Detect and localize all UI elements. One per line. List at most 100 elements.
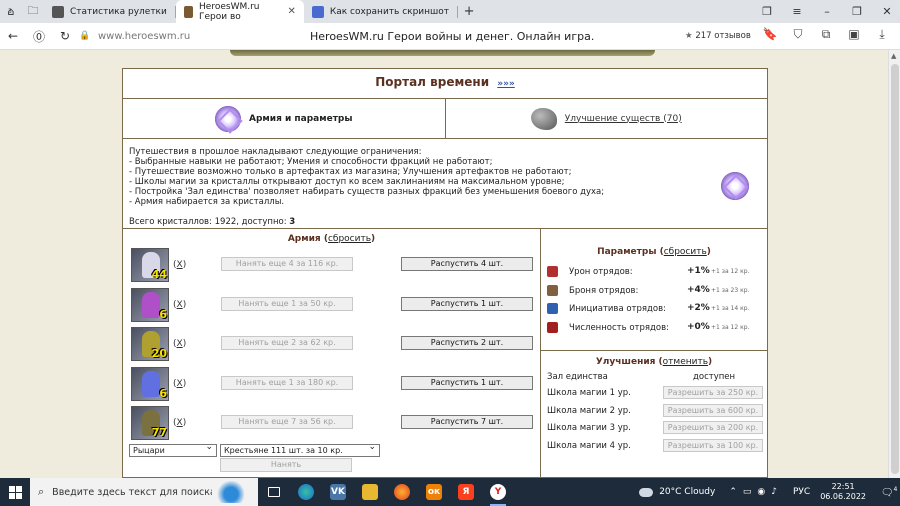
params-title: Параметры (сбросить) [597,247,711,257]
hire-more-button[interactable]: Нанять еще 1 за 50 кр. [221,296,353,311]
hire-more-button[interactable]: Нанять еще 7 за 56 кр. [221,415,353,429]
creature-portrait[interactable]: 20 [131,327,169,361]
restore-icon[interactable]: ❐ [842,5,872,18]
tab-upgrade-link[interactable]: Улучшение существ (70) [565,114,682,124]
menu-icon[interactable]: ≡ [782,5,812,18]
weather-widget[interactable]: 20°C Cloudy [639,487,715,497]
tab-army-params[interactable]: Армия и параметры [123,99,446,138]
yandex-home-icon[interactable]: ⓪ [26,28,52,45]
taskbar-search[interactable]: ⌕ Введите здесь текст для поиска [30,478,258,506]
portal-more-link[interactable]: »»» [497,79,514,89]
hire-button[interactable]: Нанять [220,458,352,472]
remove-unit-link[interactable]: (X) [173,339,186,349]
magic-school-row: Школа магии 1 ур. Разрешить за 250 кр. [547,386,763,400]
folder-tabs-icon[interactable]: 🗀 [22,0,44,23]
dismiss-button[interactable]: Распустить 7 шт. [401,415,533,429]
right-column: Параметры (сбросить) Урон отрядов: +1% +1 … [541,229,767,477]
creature-portrait[interactable]: 6 [131,366,169,401]
allow-magic-button[interactable]: Разрешить за 600 кр. [663,403,763,417]
faction-select[interactable]: Рыцари [129,442,217,457]
dismiss-button[interactable]: Распустить 1 шт. [401,296,533,311]
param-cost-link[interactable]: +1 за 14 кр. [711,305,749,312]
cloud-icon [639,487,654,497]
download-icon[interactable]: ⤓ [868,27,896,42]
close-window-icon[interactable]: ✕ [872,5,900,18]
notifications-icon[interactable]: 🗨4 [878,486,900,498]
minimize-icon[interactable]: – [812,5,842,18]
yandex-browser-icon[interactable]: Y [482,478,514,506]
protect-shield-icon[interactable]: ⛉ [784,27,812,42]
crystals-total-label: Всего кристаллов: 1922, доступно: [129,217,290,227]
dismiss-button[interactable]: Распустить 4 шт. [401,257,533,271]
allow-magic-button[interactable]: Разрешить за 100 кр. [663,438,763,452]
upgrades-title-text: Улучшения [595,357,656,367]
bookmarks-window-icon[interactable]: ❐ [752,5,782,18]
page-scrollbar[interactable]: ▲ [888,50,900,478]
creature-portrait[interactable]: 6 [131,287,169,322]
remove-unit-link[interactable]: (X) [173,418,186,428]
tab-upgrade-creatures[interactable]: Улучшение существ (70) [446,99,768,138]
allow-magic-button[interactable]: Разрешить за 250 кр. [663,386,763,399]
param-row: Броня отрядов: +4% +1 за 23 кр. [547,284,767,298]
dismiss-button[interactable]: Распустить 2 шт. [401,336,533,350]
input-language[interactable]: РУС [793,487,810,497]
remove-unit-link[interactable]: (X) [173,300,186,310]
army-reset-link[interactable]: сбросить [328,234,371,244]
search-highlight-picture [212,481,250,503]
extension-icon[interactable]: ▣ [840,27,868,42]
tray-icons[interactable]: ⌃▭◉♪ [729,487,783,497]
hire-more-button[interactable]: Нанять еще 2 за 62 кр. [221,336,353,350]
creature-portrait[interactable]: 44 [131,248,169,282]
param-cost-link[interactable]: +1 за 23 кр. [711,287,749,294]
remove-unit-link[interactable]: (X) [173,379,186,389]
creature-portrait[interactable]: 77 [131,406,169,440]
new-tab-plus-icon[interactable]: + [458,4,480,19]
tabs-counter-icon[interactable]: ⌂ 3 [0,0,22,23]
reload-icon[interactable]: ↻ [52,29,78,43]
address-bar: ← ⓪ ↻ 🔒 www.heroeswm.ru HeroesWM.ru Геро… [0,23,900,50]
scrollbar-thumb[interactable] [891,64,899,474]
bookmark-icon[interactable]: 🔖 [756,27,784,42]
wrench-icon [52,5,64,18]
param-cost-link[interactable]: +1 за 12 кр. [711,324,749,331]
file-explorer-icon[interactable] [354,478,386,506]
page-content: Портал времени »»» Армия и параметры Улу… [0,50,888,478]
dismiss-button[interactable]: Распустить 1 шт. [401,375,533,390]
allow-magic-button[interactable]: Разрешить за 200 кр. [663,421,763,434]
param-cost-link[interactable]: +1 за 12 кр. [711,268,749,275]
windows-start-icon[interactable] [0,478,30,506]
collections-icon[interactable]: ⧉ [812,27,840,42]
firefox-icon[interactable] [386,478,418,506]
params-title-text: Параметры [597,247,657,257]
hire-more-button[interactable]: Нанять еще 4 за 116 кр. [221,257,353,271]
edge-icon[interactable] [290,478,322,506]
reviews-link[interactable]: ★ 217 отзывов [685,31,751,41]
army-unit-row: 6 (X) Нанять еще 1 за 50 кр. Распустить 1 ш… [129,287,535,322]
portal-title: Портал времени »»» [123,69,767,99]
tab-roulette[interactable]: Статистика рулетки [44,0,175,23]
address-page-title[interactable]: HeroesWM.ru Герои войны и денег. Онлайн … [310,30,594,43]
remove-unit-link[interactable]: (X) [173,260,186,270]
remove-unit-text: X [176,378,183,389]
back-arrow-icon[interactable]: ← [0,29,26,43]
yandex-icon[interactable]: Я [450,478,482,506]
reviews-text: 217 отзывов [695,31,751,41]
close-tab-icon[interactable]: ✕ [287,6,295,17]
tab-heroeswm[interactable]: HeroesWM.ru Герои во ✕ [175,0,304,23]
tab-screenshot[interactable]: Как сохранить скриншот [304,0,457,23]
params-reset-link[interactable]: сбросить [664,247,707,257]
upgrades-cancel-link[interactable]: отменить [663,357,708,367]
url-host[interactable]: www.heroeswm.ru [98,31,190,42]
magic-school-name: Школа магии 1 ур. [547,388,631,398]
clock[interactable]: 22:51 06.06.2022 [820,482,866,502]
scroll-up-icon[interactable]: ▲ [891,52,896,60]
task-view-icon[interactable] [258,478,290,506]
magic-school-row: Школа магии 3 ур. Разрешить за 200 кр. [547,421,763,435]
creature-select[interactable]: Крестьяне 111 шт. за 10 кр. [220,442,380,457]
crystals-total: Всего кристаллов: 1922, доступно: 3 [129,217,761,227]
vk-icon[interactable]: VK [322,478,354,506]
bottom-section: Армия (сбросить) 44 (X) Нанять еще 4 за 11… [123,229,767,477]
hire-more-button[interactable]: Нанять еще 1 за 180 кр. [221,375,353,390]
addressbar-tools: 🔖 ⛉ ⧉ ▣ ⤓ [756,27,896,42]
odnoklassniki-icon[interactable]: ок [418,478,450,506]
